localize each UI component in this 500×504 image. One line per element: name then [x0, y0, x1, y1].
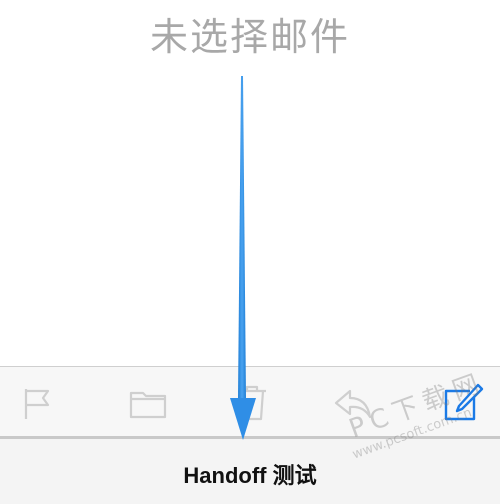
reply-icon: [334, 389, 372, 419]
compose-button[interactable]: [440, 381, 484, 425]
flag-icon: [24, 389, 50, 419]
mail-toolbar: [0, 366, 500, 438]
trash-icon: [238, 385, 266, 421]
flag-button[interactable]: [16, 381, 60, 425]
delete-button[interactable]: [230, 381, 274, 425]
compose-icon: [444, 383, 484, 421]
reply-button[interactable]: [330, 381, 374, 425]
empty-state-title: 未选择邮件: [149, 15, 350, 59]
handoff-label: Handoff 测试: [183, 463, 317, 488]
folder-icon: [129, 391, 167, 419]
move-to-folder-button[interactable]: [126, 381, 170, 425]
handoff-bar[interactable]: Handoff 测试: [0, 439, 500, 504]
